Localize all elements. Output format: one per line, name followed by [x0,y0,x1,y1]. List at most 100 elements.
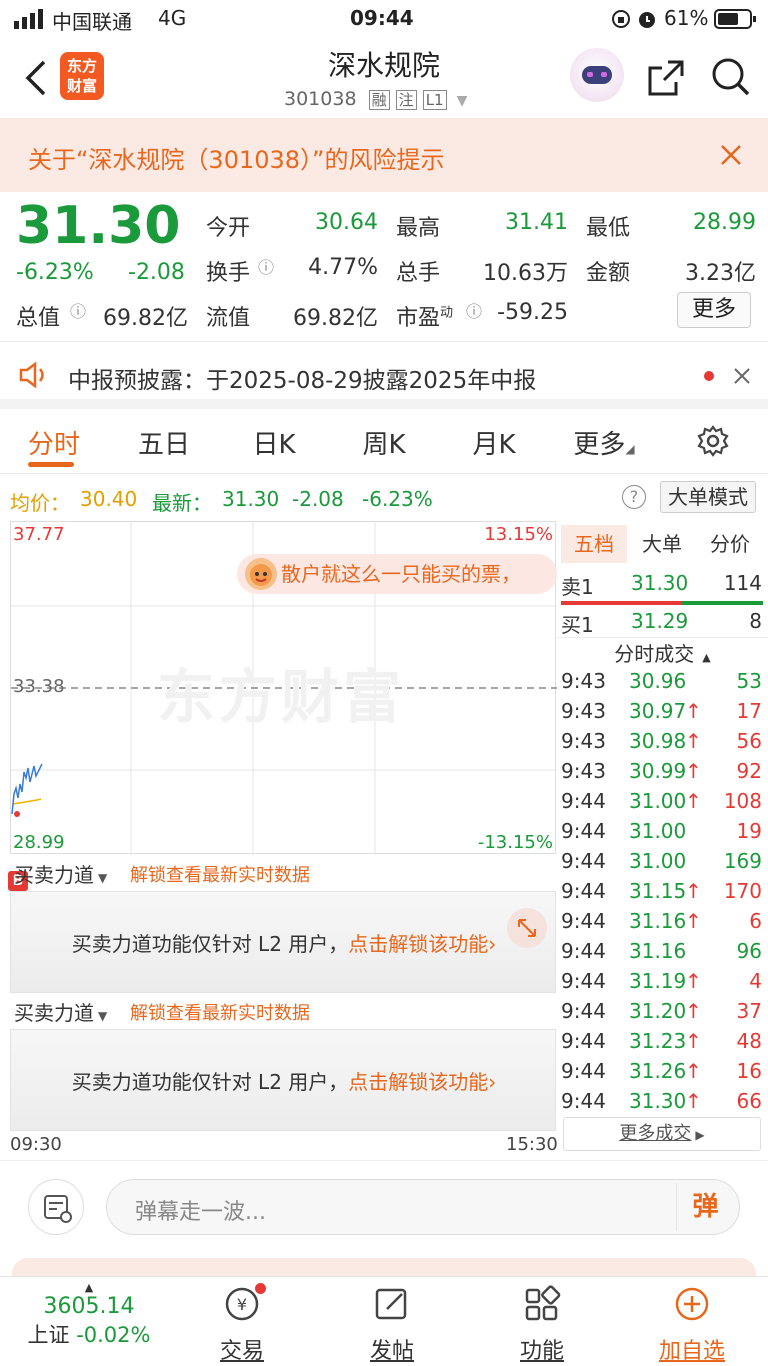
mascot-avatar-icon [245,558,277,590]
trade-volume: 56 [736,729,762,753]
trade-volume: 17 [736,699,762,723]
trade-volume: 48 [736,1029,762,1053]
price-summary-line: 均价： 30.40 最新： 31.30 -2.08 -6.23% ? 大单模式 [0,475,768,521]
pct-axis-top: 13.15% [484,524,553,545]
risk-banner[interactable]: 关于“深水规院（301038）”的风险提示 [0,118,768,192]
trade-time: 9:43 [561,729,606,753]
amount-label: 金额 [586,261,631,286]
danmaku-bubble[interactable]: 散户就这么一只能买的票， [237,554,557,594]
index-ticker[interactable]: ▲ 3605.14 上证 -0.02% [14,1281,164,1349]
help-icon[interactable]: ? [622,485,646,509]
status-bar: 中国联通 4G 09:44 61% [0,0,768,38]
nav-trade[interactable]: ¥ 交易 [182,1283,302,1365]
index-change: -0.02% [76,1323,151,1347]
notice-text[interactable]: 中报预披露：于2025-08-29披露2025年中报 [68,361,536,395]
trade-price: 30.96 [629,669,687,693]
trade-row: 9:44 31.20 ↑ 37 [557,999,768,1029]
nav-functions[interactable]: 功能 [482,1285,602,1365]
trade-up-arrow-icon: ↑ [685,759,702,783]
trade-time: 9:44 [561,969,606,993]
unlock-realtime-link[interactable]: 解锁查看最新实时数据 [130,999,310,1025]
danmaku-toggle-button[interactable]: 弹 [676,1183,734,1231]
force-panel-header: 买卖力道 ▼ 解锁查看最新实时数据 [10,993,556,1029]
trade-row: 9:44 31.23 ↑ 48 [557,1029,768,1059]
price-line [11,763,43,815]
comment-settings-icon[interactable] [28,1179,84,1235]
settings-gear-icon[interactable] [696,424,730,462]
trade-up-arrow-icon: ↑ [685,909,702,933]
trade-time: 9:44 [561,939,606,963]
trade-row: 9:44 31.00 169 [557,849,768,879]
trade-row: 9:43 30.99 ↑ 92 [557,759,768,789]
nav-add-watchlist[interactable]: 加自选 [632,1285,752,1365]
trade-time: 9:44 [561,879,606,903]
big-order-mode-button[interactable]: 大单模式 [660,481,756,513]
expand-icon[interactable] [507,908,547,948]
danmaku-input-placeholder: 弹幕走一波... [135,1200,266,1225]
dropdown-caret-icon[interactable]: ▼ [457,93,468,109]
trade-price: 31.00 [629,819,687,843]
volume-value: 10.63万 [483,261,568,286]
trade-volume: 16 [736,1059,762,1083]
pct-axis-bottom: -13.15% [477,832,553,853]
close-icon[interactable] [733,367,751,389]
nav-post-label: 发帖 [369,1339,414,1364]
trade-price: 31.15 [629,879,687,903]
bottom-nav: ▲ 3605.14 上证 -0.02% ¥ 交易 发帖 功能 加自选 [0,1276,768,1366]
trade-volume: 170 [723,879,762,903]
low-value: 28.99 [693,210,756,235]
tab-five-day[interactable]: 五日 [114,424,214,461]
chevron-right-icon: › [488,932,497,956]
orderbook-tab-five-level[interactable]: 五档 [561,525,627,563]
change-percent: -6.23% [16,260,94,285]
earnings-notice[interactable]: 中报预披露：于2025-08-29披露2025年中报 [0,343,768,409]
trade-price: 31.26 [629,1059,687,1083]
trade-time: 9:43 [561,699,606,723]
orderbook-tab-price-dist[interactable]: 分价 [697,525,763,563]
info-icon[interactable]: ⓘ [258,254,274,278]
trade-price: 31.00 [629,849,687,873]
force-panel-locked[interactable]: 买卖力道功能仅针对 L2 用户，点击解锁该功能› [10,1029,556,1131]
force-dropdown[interactable]: 买卖力道 ▼ [14,859,107,888]
more-trades-button[interactable]: 更多成交 ▶ [563,1117,761,1151]
nav-post[interactable]: 发帖 [332,1285,452,1365]
search-icon[interactable] [710,56,752,102]
tab-daily-k[interactable]: 日K [224,424,324,461]
caret-up-icon: ▲ [702,651,711,664]
unlock-feature-link[interactable]: 点击解锁该功能 [348,1070,488,1094]
more-button[interactable]: 更多 [677,292,751,328]
stock-code: 301038 [284,88,357,110]
sell1-label: 卖1 [561,575,594,599]
market-cap-label: 总值 [16,306,61,331]
trade-price: 30.97 [629,699,687,723]
info-icon[interactable]: ⓘ [70,298,86,322]
more-trades-label: 更多成交 [619,1123,692,1144]
rotation-lock-icon [610,8,632,35]
unlock-feature-link[interactable]: 点击解锁该功能 [348,932,488,956]
risk-banner-text[interactable]: 关于“深水规院（301038）”的风险提示 [28,140,444,175]
speaker-icon [18,361,50,393]
tab-more[interactable]: 更多◢ [554,424,654,461]
market-cap-value: 69.82亿 [103,306,188,331]
tab-intraday[interactable]: 分时 [4,424,104,461]
robot-assistant-icon[interactable] [570,48,624,102]
share-icon[interactable] [646,58,686,102]
force-panel-locked[interactable]: 买卖力道功能仅针对 L2 用户，点击解锁该功能› [10,891,556,993]
orderbook-tab-big-order[interactable]: 大单 [629,525,695,563]
sell1-price: 31.30 [631,571,689,595]
trade-price: 31.23 [629,1029,687,1053]
intraday-chart[interactable]: 东方财富 37.77 33.38 28.99 13.15% -13.15% 散户… [10,521,557,855]
tab-weekly-k[interactable]: 周K [334,424,434,461]
chart-tabs: 分时 五日 日K 周K 月K 更多◢ [0,410,768,474]
tab-monthly-k[interactable]: 月K [444,424,544,461]
buy1-label: 买1 [561,613,594,637]
close-icon[interactable] [718,142,744,172]
danmaku-input[interactable]: 弹幕走一波... [106,1179,740,1235]
level-badge: L1 [422,90,447,110]
force-dropdown[interactable]: 买卖力道 ▼ [14,997,107,1026]
trade-row: 9:44 31.26 ↑ 16 [557,1059,768,1089]
unlock-realtime-link[interactable]: 解锁查看最新实时数据 [130,861,310,887]
index-value: 3605.14 [43,1294,135,1319]
nav-add-watchlist-label: 加自选 [658,1339,725,1364]
trade-price: 31.16 [629,909,687,933]
